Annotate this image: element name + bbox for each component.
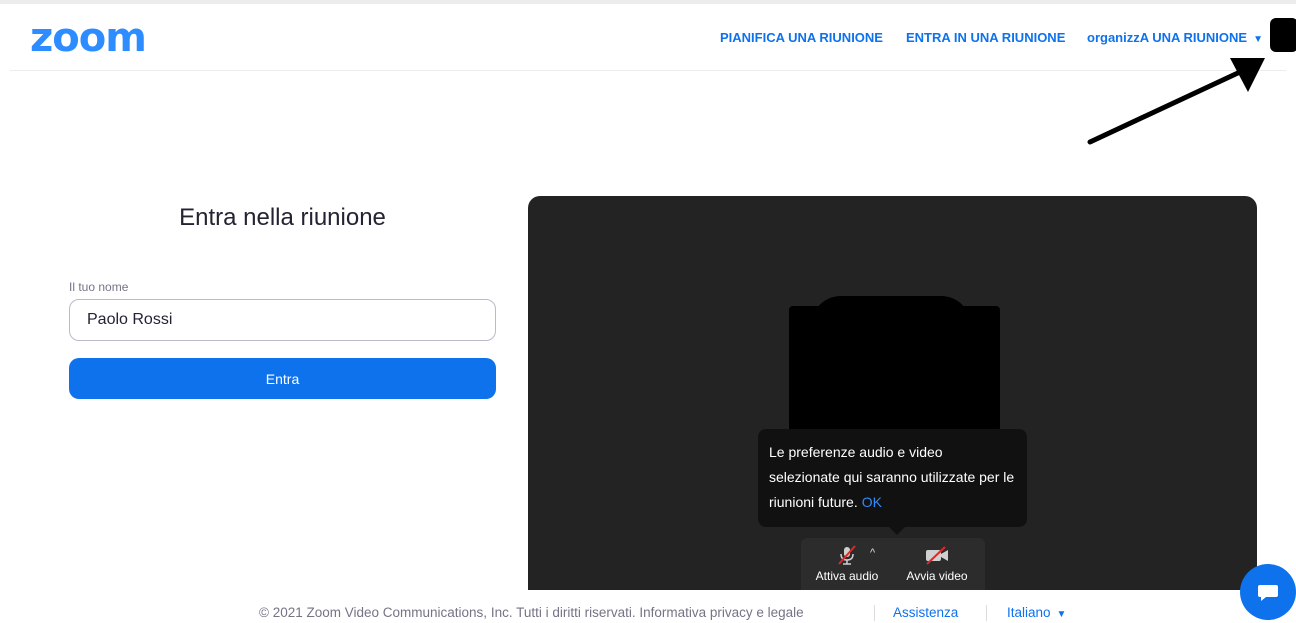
- join-meeting-title: Entra nella riunione: [179, 204, 386, 231]
- language-selector[interactable]: Italiano ▼: [1007, 605, 1066, 620]
- preferences-tooltip: Le preferenze audio e video selezionate …: [758, 429, 1027, 527]
- start-video-label: Avvia video: [906, 569, 968, 583]
- tooltip-text: Le preferenze audio e video selezionate …: [769, 444, 1015, 510]
- chat-button[interactable]: [1240, 564, 1296, 620]
- nav-join-meeting[interactable]: ENTRA IN UNA RIUNIONE: [906, 30, 1065, 45]
- unmute-audio-label: Attiva audio: [815, 569, 879, 583]
- start-video-button[interactable]: Avvia video: [901, 544, 973, 583]
- support-link[interactable]: Assistenza: [893, 605, 958, 620]
- preview-controls: Attiva audio ^ Avvia video: [801, 538, 985, 590]
- chat-icon: [1258, 585, 1278, 601]
- redacted-account-button[interactable]: [1270, 18, 1296, 52]
- footer-divider: [874, 605, 875, 621]
- chevron-down-icon: ▼: [1253, 34, 1264, 45]
- chevron-up-icon[interactable]: ^: [870, 547, 875, 559]
- video-preview: Le preferenze audio e video selezionate …: [528, 196, 1257, 590]
- join-button[interactable]: Entra: [69, 358, 496, 399]
- tooltip-ok-link[interactable]: OK: [862, 494, 882, 510]
- annotation-arrow: [1087, 58, 1265, 145]
- tooltip-tail: [888, 526, 906, 535]
- video-off-icon: [926, 546, 948, 565]
- redacted-avatar: [789, 306, 1000, 432]
- zoom-logo[interactable]: zoom: [30, 18, 147, 58]
- muted-microphone-icon: [838, 545, 856, 565]
- copyright-text: © 2021 Zoom Video Communications, Inc. T…: [259, 605, 804, 620]
- nav-schedule-meeting[interactable]: PIANIFICA UNA RIUNIONE: [720, 30, 883, 45]
- name-input[interactable]: [69, 299, 496, 341]
- chevron-down-icon: ▼: [1056, 609, 1067, 620]
- nav-host-meeting[interactable]: organizzA UNA RIUNIONE ▼: [1087, 30, 1263, 45]
- language-label: Italiano: [1007, 605, 1051, 620]
- footer-divider: [986, 605, 987, 621]
- nav-host-meeting-label: organizzA UNA RIUNIONE: [1087, 30, 1248, 45]
- name-field-label: Il tuo nome: [69, 280, 129, 294]
